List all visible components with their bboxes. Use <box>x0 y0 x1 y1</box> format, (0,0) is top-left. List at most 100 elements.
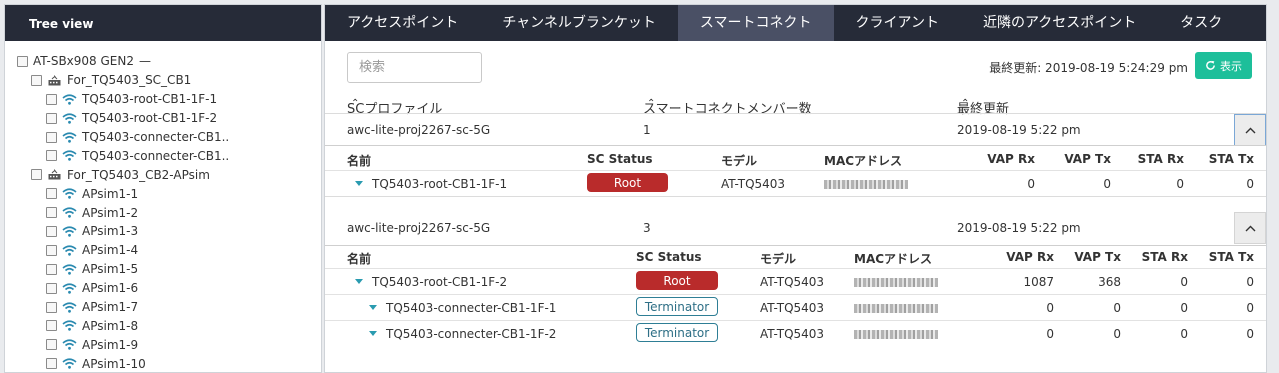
tab-neighbor-aps[interactable]: 近隣のアクセスポイント <box>961 5 1158 41</box>
tree-node-ap[interactable]: APsim1-9 <box>5 335 321 354</box>
tree-checkbox[interactable] <box>46 263 57 275</box>
tree-checkbox[interactable] <box>17 55 28 67</box>
tree-node-ap[interactable]: TQ5403-root-CB1-1F-1 <box>5 90 321 109</box>
tree-node-root[interactable]: AT-SBx908 GEN2 — <box>5 52 321 71</box>
tree-checkbox[interactable] <box>46 188 57 200</box>
wifi-icon <box>62 320 77 332</box>
tree-node-label: APsim1-1 <box>82 186 139 201</box>
vap-rx: 0 <box>1027 177 1035 191</box>
tree-node-ap[interactable]: APsim1-4 <box>5 241 321 260</box>
collapse-button[interactable] <box>1234 114 1266 146</box>
tree-checkbox[interactable] <box>46 150 57 162</box>
wifi-icon <box>62 282 77 294</box>
member-row[interactable]: TQ5403-connecter-CB1-1F-2 Terminator AT-… <box>325 320 1266 346</box>
sta-rx: 0 <box>1180 301 1188 315</box>
caret-down-icon[interactable] <box>369 305 377 310</box>
member-row[interactable]: TQ5403-connecter-CB1-1F-1 Terminator AT-… <box>325 294 1266 320</box>
sc-profile-row[interactable]: awc-lite-proj2267-sc-5G 3 2019-08-19 5:2… <box>325 196 1266 245</box>
tree-node-ap[interactable]: APsim1-1 <box>5 184 321 203</box>
tab-channel-blanket[interactable]: チャンネルブランケット <box>480 5 678 41</box>
collapse-indicator[interactable]: — <box>139 54 151 68</box>
caret-down-icon[interactable] <box>369 331 377 336</box>
tree-node-label: APsim1-7 <box>82 300 139 315</box>
tree-node-ap[interactable]: APsim1-6 <box>5 279 321 298</box>
tree-node-ap[interactable]: TQ5403-connecter-CB1.. <box>5 128 321 147</box>
tree-checkbox[interactable] <box>46 339 57 351</box>
tree-node-label: TQ5403-root-CB1-1F-2 <box>82 111 218 126</box>
member-count: 3 <box>643 221 651 235</box>
status-badge: Terminator <box>636 297 718 316</box>
member-table-header: 名前 SC Status モデル MACアドレス VAP Rx VAP Tx S… <box>325 146 1266 170</box>
vap-tx: 0 <box>1113 301 1121 315</box>
profile-last-update: 2019-08-19 5:22 pm <box>957 221 1081 235</box>
column-header-sc-status: SC Status <box>636 250 702 264</box>
tree-node-ap[interactable]: APsim1-3 <box>5 222 321 241</box>
search-input[interactable] <box>347 52 482 83</box>
column-header-vap-tx: VAP Tx <box>1064 152 1111 166</box>
status-badge: Root <box>636 271 718 290</box>
tree-node-label: For_TQ5403_CB2-APsim <box>67 167 210 182</box>
mac-address-redacted <box>854 304 938 313</box>
tree-checkbox[interactable] <box>46 358 57 370</box>
tree-checkbox[interactable] <box>46 112 57 124</box>
tree-checkbox[interactable] <box>31 169 42 181</box>
tree-checkbox[interactable] <box>46 131 57 143</box>
column-header-sc-status: SC Status <box>587 152 653 166</box>
tab-smart-connect[interactable]: スマートコネクト <box>677 5 834 41</box>
sta-rx: 0 <box>1180 275 1188 289</box>
tree-checkbox[interactable] <box>46 207 57 219</box>
tree-node-group[interactable]: For_TQ5403_CB2-APsim <box>5 165 321 184</box>
column-header-name: 名前 <box>347 252 372 266</box>
member-row[interactable]: TQ5403-root-CB1-1F-2 Root AT-TQ5403 1087… <box>325 268 1266 294</box>
wifi-icon <box>62 207 77 219</box>
tree-node-label: APsim1-2 <box>82 205 139 220</box>
tree-checkbox[interactable] <box>46 282 57 294</box>
column-header-model: モデル <box>721 154 758 168</box>
member-table: 名前 SC Status モデル MACアドレス VAP Rx VAP Tx S… <box>325 245 1266 346</box>
tree-node-ap[interactable]: APsim1-5 <box>5 260 321 279</box>
tree-node-ap[interactable]: APsim1-10 <box>5 354 321 373</box>
member-table: 名前 SC Status モデル MACアドレス VAP Rx VAP Tx S… <box>325 145 1266 196</box>
caret-down-icon[interactable] <box>355 181 363 186</box>
column-header-mac: MACアドレス <box>824 154 903 168</box>
tree-checkbox[interactable] <box>46 225 57 237</box>
sta-tx: 0 <box>1246 327 1254 341</box>
vap-tx: 0 <box>1103 177 1111 191</box>
wifi-icon <box>62 339 77 351</box>
show-button[interactable]: 表示 <box>1195 52 1252 79</box>
tree-node-ap[interactable]: APsim1-8 <box>5 316 321 335</box>
last-update-text: 最終更新: 2019-08-19 5:24:29 pm <box>989 61 1188 75</box>
wifi-icon <box>62 358 77 370</box>
collapse-button[interactable] <box>1234 212 1266 244</box>
caret-down-icon[interactable] <box>355 279 363 284</box>
wifi-icon <box>62 150 77 162</box>
tree-checkbox[interactable] <box>46 320 57 332</box>
tree-node-label: APsim1-6 <box>82 281 139 296</box>
column-header-sta-rx: STA Rx <box>1137 152 1184 166</box>
vap-tx: 0 <box>1113 327 1121 341</box>
tree-checkbox[interactable] <box>31 74 42 86</box>
tree-node-label: APsim1-10 <box>82 356 146 371</box>
tree-node-ap[interactable]: TQ5403-connecter-CB1.. <box>5 146 321 165</box>
tree-checkbox[interactable] <box>46 93 57 105</box>
member-row[interactable]: TQ5403-root-CB1-1F-1 Root AT-TQ5403 0 0 … <box>325 170 1266 196</box>
tree-node-ap[interactable]: APsim1-2 <box>5 203 321 222</box>
member-count: 1 <box>643 123 651 137</box>
tree-checkbox[interactable] <box>46 244 57 256</box>
tree-checkbox[interactable] <box>46 301 57 313</box>
tree-node-label: For_TQ5403_SC_CB1 <box>67 73 192 88</box>
profile-last-update: 2019-08-19 5:22 pm <box>957 123 1081 137</box>
sta-tx: 0 <box>1246 177 1254 191</box>
tab-tasks[interactable]: タスク <box>1158 5 1244 41</box>
tree-node-group[interactable]: For_TQ5403_SC_CB1 <box>5 71 321 90</box>
profile-name: awc-lite-proj2267-sc-5G <box>347 221 491 235</box>
tab-access-points[interactable]: アクセスポイント <box>325 5 480 41</box>
tree-node-ap[interactable]: APsim1-7 <box>5 298 321 317</box>
sc-profile-row[interactable]: awc-lite-proj2267-sc-5G 1 2019-08-19 5:2… <box>325 113 1266 146</box>
tree-node-ap[interactable]: TQ5403-root-CB1-1F-2 <box>5 109 321 128</box>
wifi-icon <box>62 131 77 143</box>
wifi-icon <box>62 225 77 237</box>
sort-up-icon: ⌃ <box>961 98 970 109</box>
column-header-name: 名前 <box>347 154 372 168</box>
tab-clients[interactable]: クライアント <box>834 5 961 41</box>
